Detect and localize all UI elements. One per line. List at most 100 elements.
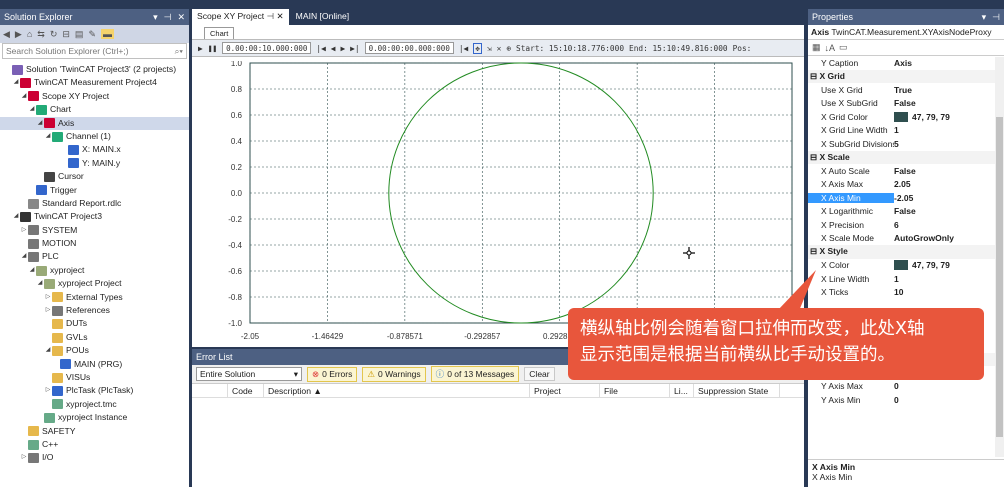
property-value[interactable]: 0 (894, 395, 899, 405)
property-row[interactable]: X Auto Scale False (808, 164, 1004, 178)
tree-item[interactable]: Cursor (0, 170, 189, 183)
cross-icon[interactable]: ✕ (497, 44, 502, 53)
tree-item[interactable]: ◢ xyproject Project (0, 277, 189, 290)
properties-object-selector[interactable]: Axis TwinCAT.Measurement.XYAxisNodeProxy (808, 25, 1004, 40)
tree-item[interactable]: GVLs (0, 331, 189, 344)
errors-filter-button[interactable]: ⊗ 0 Errors (307, 366, 358, 382)
tree-item[interactable]: ◢ Chart (0, 103, 189, 116)
property-row[interactable]: X SubGrid Divisions 5 (808, 137, 1004, 151)
column-project[interactable]: Project (530, 383, 600, 398)
column-suppression[interactable]: Suppression State (694, 383, 780, 398)
property-row[interactable]: X Precision 6 (808, 218, 1004, 232)
expander-icon[interactable]: ◢ (44, 344, 52, 357)
search-icon[interactable]: ⌕▾ (175, 46, 183, 57)
column-line[interactable]: Li... (670, 383, 694, 398)
tree-item[interactable]: ▷ References (0, 304, 189, 317)
scope-dropdown[interactable]: Entire Solution ▾ (196, 367, 302, 381)
prev-icon[interactable]: ◀ (331, 44, 336, 53)
pan-icon[interactable]: ✥ (473, 42, 482, 54)
property-category[interactable]: ⊟ X Style (808, 245, 1004, 259)
tree-item[interactable]: VISUs (0, 371, 189, 384)
tree-item[interactable]: Standard Report.rdlc (0, 197, 189, 210)
property-category[interactable]: ⊟ X Grid (808, 69, 1004, 83)
tree-item[interactable]: xyproject.tmc (0, 398, 189, 411)
tree-item[interactable]: xyproject Instance (0, 411, 189, 424)
time-range-field[interactable]: 0.00:00:10.000:000 (222, 42, 312, 54)
tree-item[interactable]: X: MAIN.x (0, 143, 189, 156)
expander-icon[interactable]: ◢ (36, 117, 44, 130)
position-field[interactable]: 0.00:00:00.000:000 (364, 42, 454, 54)
tree-item[interactable]: MAIN (PRG) (0, 358, 189, 371)
expander-icon[interactable]: ◢ (12, 210, 20, 223)
pause-icon[interactable]: ❚❚ (208, 44, 217, 53)
property-row[interactable]: X Grid Color 47, 79, 79 (808, 110, 1004, 124)
property-value[interactable]: -2.05 (894, 193, 913, 203)
property-row[interactable]: Y Axis Min 0 (808, 393, 1004, 407)
expander-icon[interactable]: ◢ (28, 264, 36, 277)
tree-item[interactable]: Y: MAIN.y (0, 157, 189, 170)
tree-item[interactable]: ◢ Scope XY Project (0, 90, 189, 103)
first-icon[interactable]: |◀ (316, 44, 325, 53)
property-value[interactable]: False (894, 206, 916, 216)
tree-item[interactable]: ◢ Channel (1) (0, 130, 189, 143)
property-value[interactable]: False (894, 166, 916, 176)
tree-item[interactable]: Solution 'TwinCAT Project3' (2 projects) (0, 63, 189, 76)
property-row[interactable]: X Axis Min -2.05 (808, 191, 1004, 205)
alphabetical-icon[interactable]: ↓A (825, 43, 836, 53)
zoom-in-icon[interactable]: ⊕ (506, 44, 511, 53)
pin-icon[interactable]: ⊣ (164, 12, 172, 23)
warnings-filter-button[interactable]: ⚠ 0 Warnings (362, 366, 426, 382)
expander-icon[interactable]: ◢ (12, 76, 20, 89)
column-description[interactable]: Description ▲ (264, 383, 530, 398)
refresh-icon[interactable]: ↻ (50, 29, 58, 40)
property-row[interactable]: X Ticks 10 (808, 286, 1004, 300)
close-icon[interactable]: ✕ (177, 12, 185, 23)
column-code[interactable]: Code (228, 383, 264, 398)
scrollbar-thumb[interactable] (996, 117, 1003, 437)
tree-item[interactable]: DUTs (0, 317, 189, 330)
tree-item[interactable]: ◢ xyproject (0, 264, 189, 277)
last-icon[interactable]: ▶| (350, 44, 359, 53)
expander-icon[interactable]: ◢ (28, 103, 36, 116)
property-value[interactable]: 1 (894, 274, 899, 284)
property-value[interactable]: 47, 79, 79 (894, 260, 950, 271)
play-icon[interactable]: ▶ (198, 44, 203, 53)
chart-tab[interactable]: Chart (204, 27, 235, 39)
property-pages-icon[interactable]: ▭ (839, 42, 848, 53)
back-icon[interactable]: ◀ (3, 29, 10, 40)
tree-item[interactable]: ▷ I/O (0, 451, 189, 464)
tree-item[interactable]: ◢ TwinCAT Measurement Project4 (0, 76, 189, 89)
property-value[interactable]: Axis (894, 58, 912, 68)
tab-scope-xy-project[interactable]: Scope XY Project ⊣ ✕ (192, 9, 289, 25)
pin-icon[interactable]: ⊣ (267, 11, 277, 21)
property-value[interactable]: 1 (894, 125, 899, 135)
tree-item[interactable]: ▷ PlcTask (PlcTask) (0, 384, 189, 397)
tree-item[interactable]: ◢ POUs (0, 344, 189, 357)
column-icon[interactable] (192, 383, 228, 398)
property-row[interactable]: Y Axis Max 0 (808, 380, 1004, 394)
expander-icon[interactable]: ◢ (20, 90, 28, 103)
property-row[interactable]: X Line Width 1 (808, 272, 1004, 286)
tree-item[interactable]: SAFETY (0, 425, 189, 438)
xy-chart[interactable]: 1.0 0.8 0.6 0.4 0.2 0.0 -0.2 -0.4 -0.6 -0.8 -1.0 -… (192, 61, 804, 347)
tree-item[interactable]: C++ (0, 438, 189, 451)
expander-icon[interactable]: ◢ (20, 250, 28, 263)
expander-icon[interactable]: ◢ (36, 277, 44, 290)
property-value[interactable]: 5 (894, 139, 899, 149)
forward-icon[interactable]: ▶ (15, 29, 22, 40)
property-value[interactable]: 0 (894, 381, 899, 391)
property-value[interactable]: 2.05 (894, 179, 911, 189)
tree-item[interactable]: MOTION (0, 237, 189, 250)
property-row[interactable]: X Axis Max 2.05 (808, 178, 1004, 192)
tree-item[interactable]: ▷ SYSTEM (0, 224, 189, 237)
column-file[interactable]: File (600, 383, 670, 398)
zoom-first-icon[interactable]: |◀ (459, 44, 468, 53)
property-row[interactable]: Use X SubGrid False (808, 97, 1004, 111)
property-value[interactable]: AutoGrowOnly (894, 233, 954, 243)
property-value[interactable]: 47, 79, 79 (894, 111, 950, 122)
property-value[interactable]: False (894, 98, 916, 108)
dropdown-icon[interactable]: ▾ (982, 12, 987, 23)
zoom-icon[interactable]: ⇲ (487, 44, 492, 53)
messages-filter-button[interactable]: ⓘ 0 of 13 Messages (430, 366, 520, 382)
expander-icon[interactable]: ▷ (44, 304, 52, 317)
